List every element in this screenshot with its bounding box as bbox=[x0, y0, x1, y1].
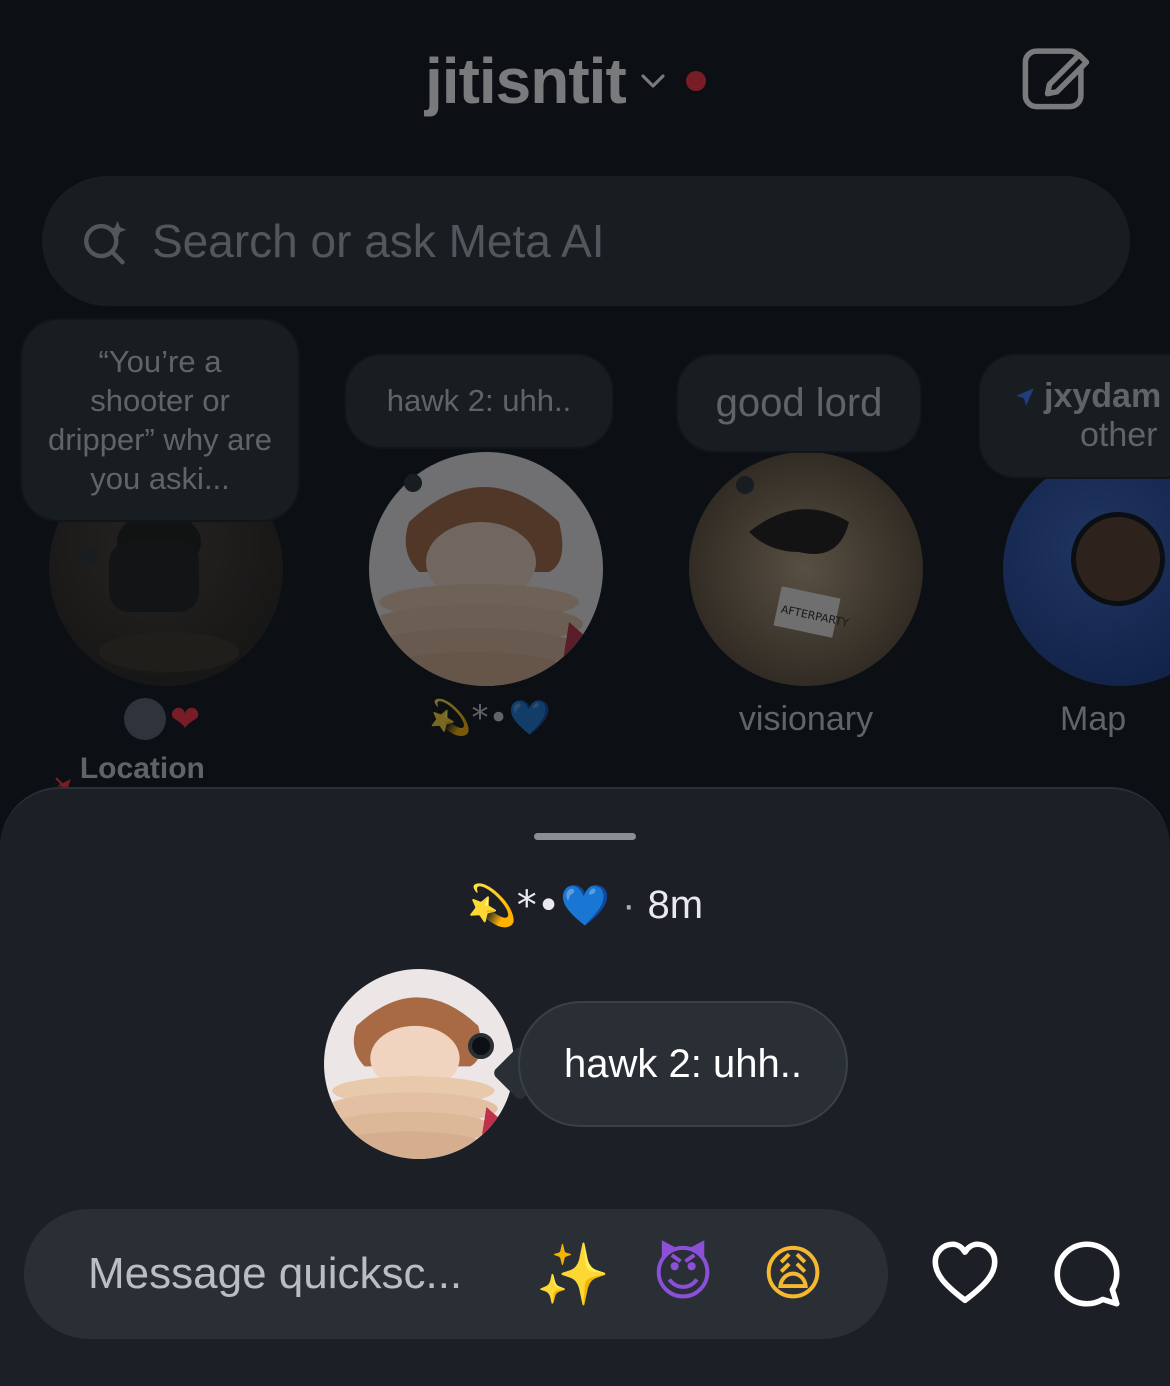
note-bubble: “You’re a shooter or dripper” why are yo… bbox=[22, 320, 298, 520]
note-dot bbox=[404, 474, 422, 492]
note-bubble: good lord bbox=[678, 355, 920, 451]
note-time: 8m bbox=[647, 882, 704, 927]
note-bubble: jxydam other bbox=[980, 355, 1170, 477]
account-name: jitisntit bbox=[425, 45, 627, 117]
sparkles-reaction-button[interactable]: ✨ bbox=[518, 1239, 628, 1310]
heart-icon[interactable] bbox=[930, 1239, 1000, 1309]
map-globe bbox=[1003, 452, 1170, 686]
note-label: visionary bbox=[738, 700, 874, 738]
message-placeholder: Message quicksc... bbox=[88, 1249, 463, 1298]
location-arrow-icon bbox=[1016, 387, 1034, 406]
note-dot bbox=[736, 476, 754, 494]
separator: · bbox=[622, 882, 636, 927]
meta-ai-search-icon bbox=[84, 221, 127, 265]
account-switcher[interactable]: jitisntit bbox=[425, 44, 706, 118]
note-bubble: hawk 2: uhh.. bbox=[346, 355, 612, 447]
header: jitisntit bbox=[0, 30, 1170, 120]
note-dot bbox=[468, 1033, 494, 1059]
sheet-grabber[interactable] bbox=[534, 833, 636, 840]
weary-face-reaction-button[interactable]: 😩 bbox=[738, 1239, 848, 1309]
compose-icon[interactable] bbox=[1018, 40, 1092, 114]
search-bar[interactable]: Search or ask Meta AI bbox=[42, 176, 1130, 306]
note-label: Map bbox=[1060, 700, 1127, 738]
note-reactions: ❤ bbox=[124, 698, 200, 740]
chevron-down-icon bbox=[641, 74, 665, 88]
avatar bbox=[124, 698, 166, 740]
search-placeholder: Search or ask Meta AI bbox=[152, 215, 605, 267]
note-author: 💫*•💙 bbox=[466, 882, 611, 929]
note-avatar[interactable] bbox=[324, 969, 514, 1159]
message-input[interactable]: Message quicksc... ✨ 😈 😩 bbox=[24, 1209, 888, 1339]
note-detail-sheet: 💫*•💙 · 8m hawk 2: uhh.. Message quicksc.… bbox=[0, 787, 1170, 1386]
avatar: AFTERPARTY bbox=[689, 452, 923, 686]
devil-reaction-button[interactable]: 😈 bbox=[628, 1239, 738, 1309]
note-meta: 💫*•💙 · 8m bbox=[0, 873, 1170, 937]
unread-dot bbox=[685, 71, 706, 91]
avatar bbox=[1071, 512, 1165, 606]
note-author-label: 💫*•💙 bbox=[429, 698, 551, 738]
reply-icon[interactable] bbox=[1052, 1239, 1122, 1309]
heart-emoji: ❤ bbox=[170, 698, 201, 739]
note-bubble: hawk 2: uhh.. bbox=[520, 1003, 846, 1125]
note-dot bbox=[80, 548, 98, 566]
